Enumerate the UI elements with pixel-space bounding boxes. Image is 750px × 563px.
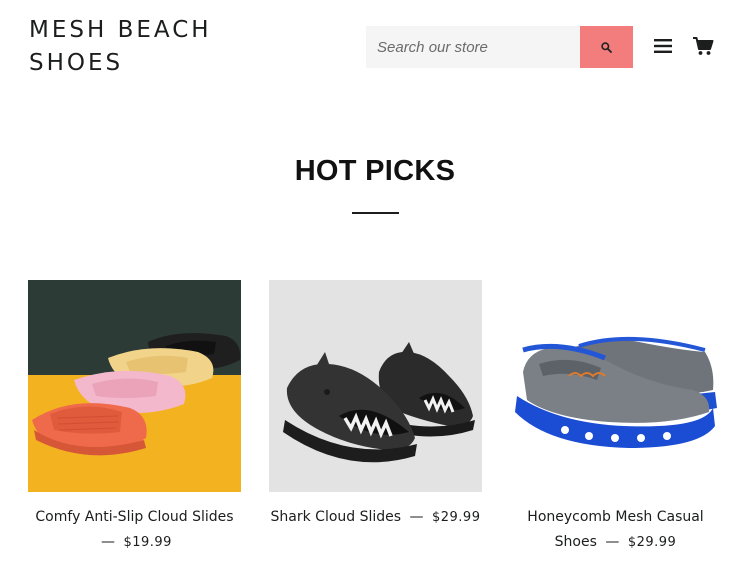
product-title[interactable]: Shark Cloud Slides <box>271 509 402 525</box>
title-divider <box>352 212 399 214</box>
search-icon <box>601 41 612 53</box>
product-title[interactable]: Comfy Anti-Slip Cloud Slides <box>35 509 233 525</box>
product-image-honeycomb-mesh[interactable] <box>509 280 722 492</box>
logo-line-2[interactable]: SHOES <box>29 47 259 80</box>
price-separator: — <box>605 534 620 550</box>
product-card-shark-slides: Shark Cloud Slides — $29.99 <box>269 280 482 530</box>
product-info: Honeycomb Mesh Casual Shoes — $29.99 <box>509 505 722 555</box>
product-image-shark-slides[interactable] <box>269 280 482 492</box>
product-image-comfy-slides[interactable] <box>28 280 241 492</box>
price-separator: — <box>409 509 424 525</box>
product-price: $29.99 <box>627 535 677 550</box>
logo-line-1[interactable]: MESH BEACH <box>29 14 259 47</box>
product-info: Comfy Anti-Slip Cloud Slides — $19.99 <box>28 505 241 555</box>
product-title-line-2[interactable]: Shoes <box>555 534 597 550</box>
store-logo[interactable]: MESH BEACH SHOES <box>29 14 259 80</box>
section-title: HOT PICKS <box>294 155 456 187</box>
product-card-honeycomb-mesh: Honeycomb Mesh Casual Shoes — $29.99 <box>509 280 722 555</box>
search-input[interactable] <box>366 26 580 68</box>
product-card-comfy-slides: Comfy Anti-Slip Cloud Slides — $19.99 <box>28 280 241 555</box>
site-header: MESH BEACH SHOES <box>0 0 750 100</box>
cart-button[interactable] <box>692 35 714 57</box>
search-form <box>366 26 633 68</box>
product-title-line-1[interactable]: Honeycomb Mesh Casual <box>527 509 703 525</box>
menu-button[interactable] <box>653 37 673 55</box>
cart-icon <box>693 37 714 55</box>
price-separator: — <box>101 534 116 550</box>
search-button[interactable] <box>580 26 633 68</box>
hamburger-menu-icon <box>654 39 672 53</box>
product-price: $29.99 <box>431 510 481 525</box>
product-price: $19.99 <box>123 535 172 550</box>
product-info: Shark Cloud Slides — $29.99 <box>269 505 482 530</box>
